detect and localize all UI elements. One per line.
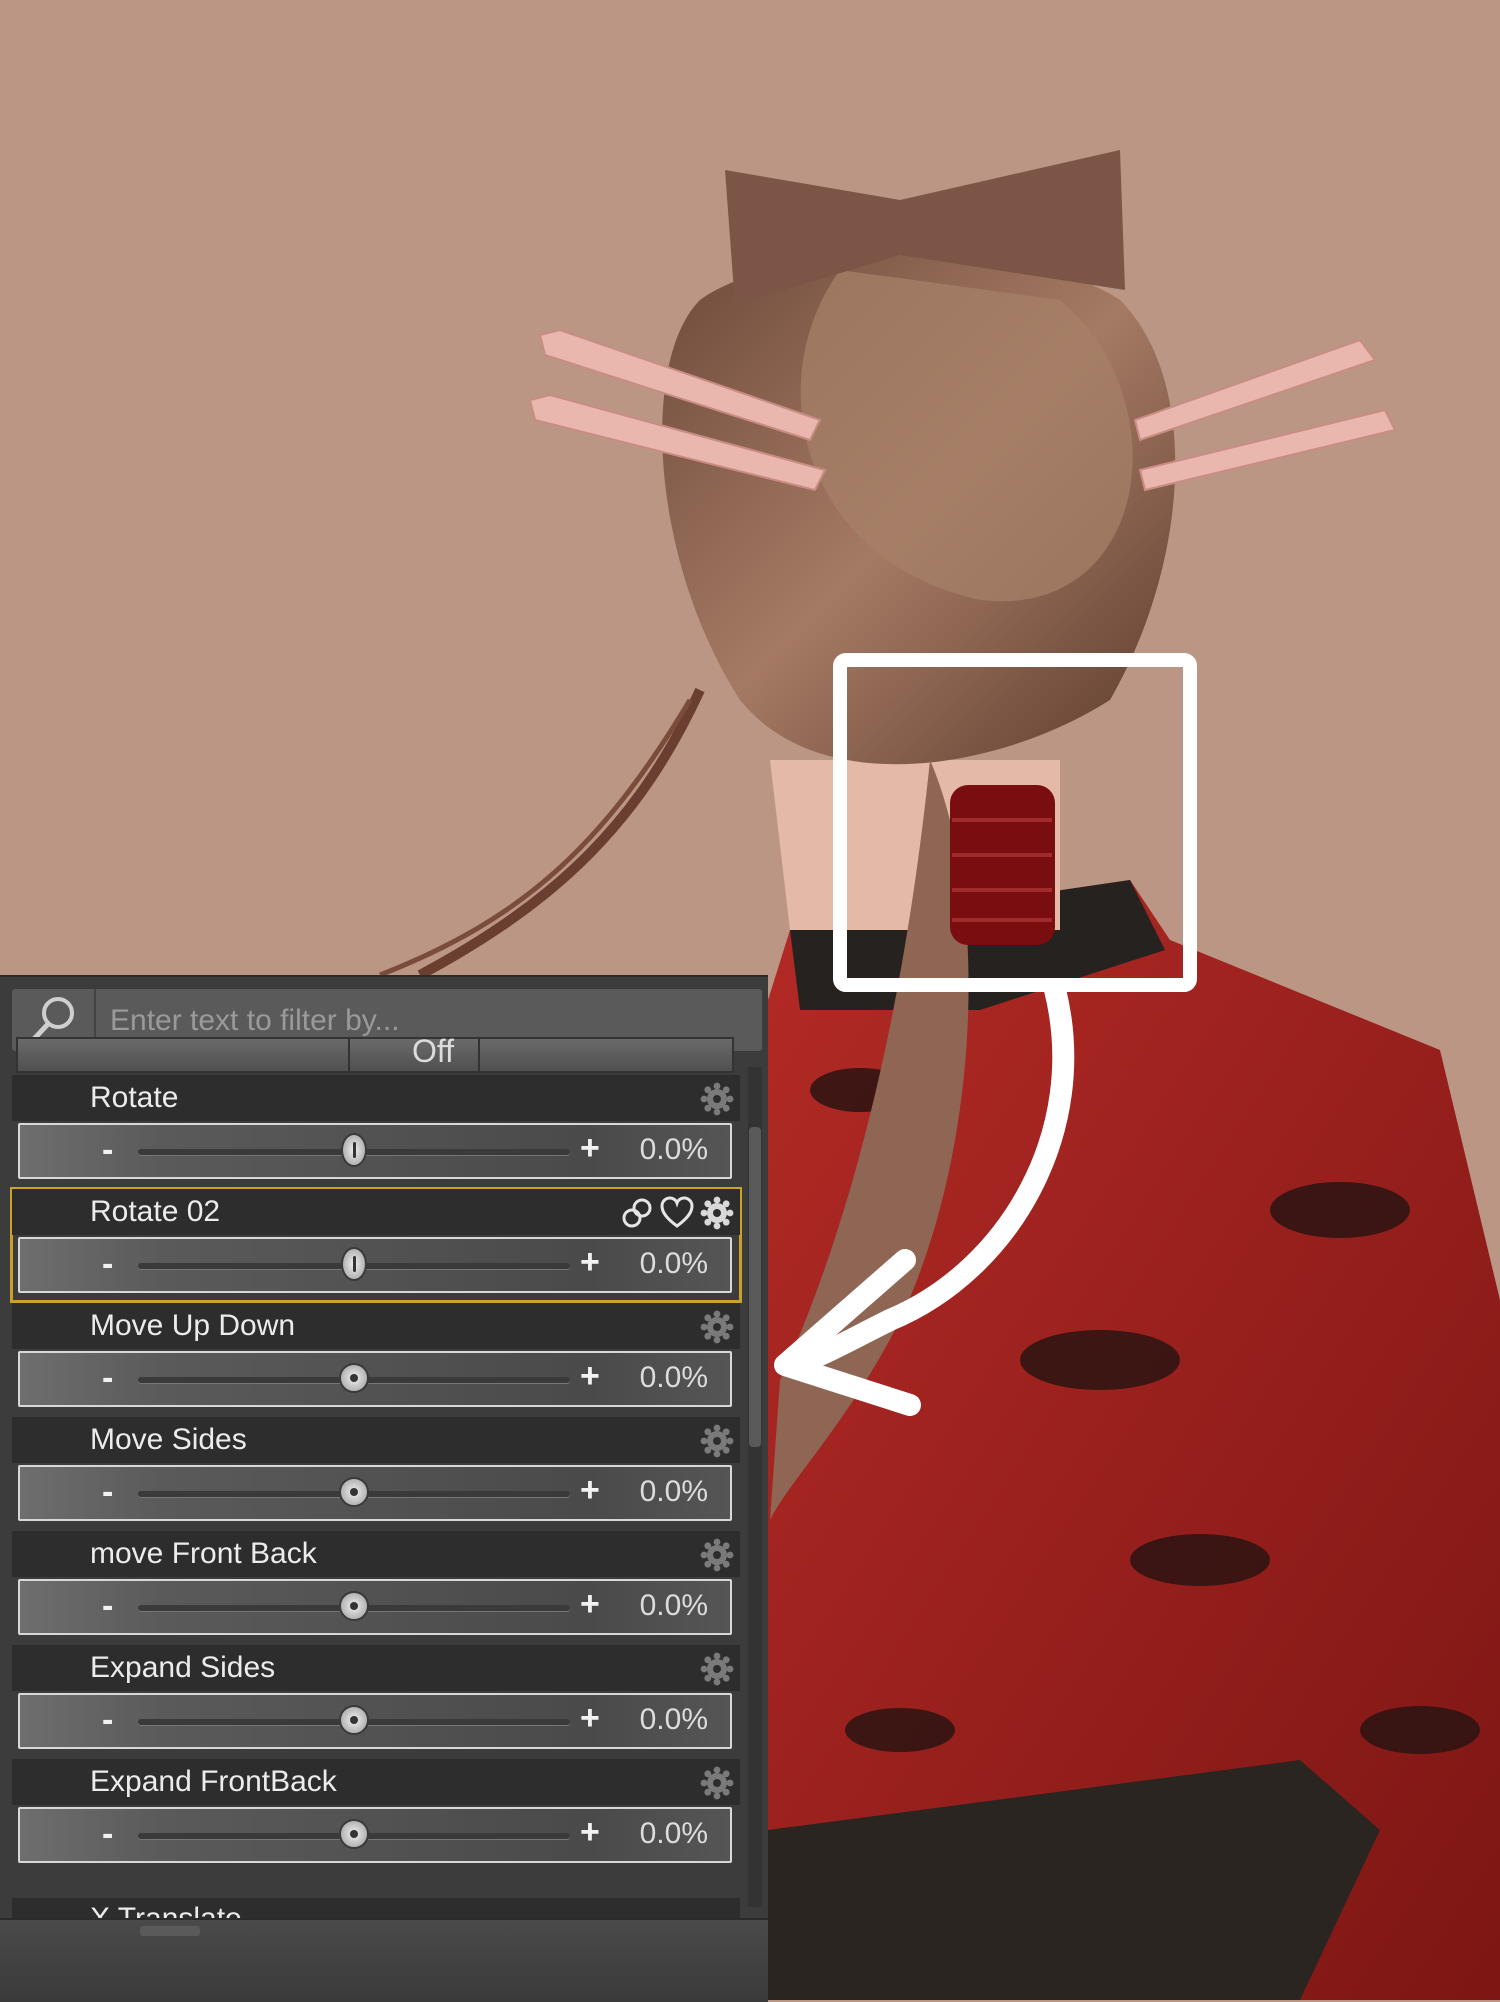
parameters-panel: Off Rotate - + 0.0% Rotate 02 - + 0.0% M…	[0, 975, 768, 2002]
parameter-row[interactable]: Rotate 02 - + 0.0%	[10, 1187, 742, 1303]
increment-button[interactable]: +	[580, 1699, 600, 1738]
parameter-row[interactable]: Rotate - + 0.0%	[12, 1075, 740, 1187]
parameter-value[interactable]: 0.0%	[640, 1475, 708, 1509]
parameter-value[interactable]: 0.0%	[640, 1817, 708, 1851]
parameter-row[interactable]: Expand FrontBack - + 0.0%	[12, 1759, 740, 1871]
parameter-label: Rotate 02	[90, 1195, 221, 1228]
slider-thumb[interactable]	[339, 1591, 369, 1621]
parameter-header: Rotate 02	[12, 1189, 740, 1235]
parameter-slider[interactable]: - + 0.0%	[18, 1237, 732, 1293]
parameter-row[interactable]: Move Up Down - + 0.0%	[12, 1303, 740, 1415]
scrollbar-thumb[interactable]	[749, 1127, 761, 1447]
parameter-list: Rotate - + 0.0% Rotate 02 - + 0.0% Move …	[0, 1075, 768, 1873]
parameter-icons	[700, 1310, 734, 1344]
decrement-button[interactable]: -	[102, 1473, 113, 1512]
parameter-value[interactable]: 0.0%	[640, 1247, 708, 1281]
parameter-header: Expand Sides	[12, 1645, 740, 1691]
gear-icon[interactable]	[700, 1310, 734, 1344]
parameter-header: move Front Back	[12, 1531, 740, 1577]
slider-thumb[interactable]	[339, 1477, 369, 1507]
increment-button[interactable]: +	[580, 1243, 600, 1282]
gear-icon[interactable]	[700, 1424, 734, 1458]
parameter-icons	[700, 1766, 734, 1800]
gear-icon[interactable]	[700, 1766, 734, 1800]
decrement-button[interactable]: -	[102, 1131, 113, 1170]
decrement-button[interactable]: -	[102, 1815, 113, 1854]
parameter-label: Expand Sides	[90, 1651, 276, 1684]
parameter-icons	[700, 1538, 734, 1572]
parameter-header: Move Sides	[12, 1417, 740, 1463]
parameter-header: Expand FrontBack	[12, 1759, 740, 1805]
slider-thumb[interactable]	[339, 1705, 369, 1735]
decrement-button[interactable]: -	[102, 1701, 113, 1740]
parameter-label: Move Up Down	[90, 1309, 296, 1342]
parameter-slider[interactable]: - + 0.0%	[18, 1351, 732, 1407]
parameter-value[interactable]: 0.0%	[640, 1361, 708, 1395]
scrollbar[interactable]	[748, 1067, 762, 1907]
parameter-icons	[700, 1082, 734, 1116]
increment-button[interactable]: +	[580, 1357, 600, 1396]
increment-button[interactable]: +	[580, 1585, 600, 1624]
parameter-row[interactable]: Move Sides - + 0.0%	[12, 1417, 740, 1529]
gear-icon[interactable]	[700, 1538, 734, 1572]
resize-handle[interactable]	[140, 1926, 200, 1936]
parameter-label: Rotate	[90, 1081, 179, 1114]
gear-icon[interactable]	[700, 1652, 734, 1686]
decrement-button[interactable]: -	[102, 1245, 113, 1284]
parameter-icons	[620, 1196, 734, 1230]
panel-bottom-bar	[0, 1918, 768, 2002]
parameter-row[interactable]: Expand Sides - + 0.0%	[12, 1645, 740, 1757]
parameter-value[interactable]: 0.0%	[640, 1133, 708, 1167]
link-icon[interactable]	[620, 1196, 654, 1230]
parameter-label: move Front Back	[90, 1537, 317, 1570]
decrement-button[interactable]: -	[102, 1587, 113, 1626]
slider-thumb[interactable]	[341, 1133, 367, 1167]
increment-button[interactable]: +	[580, 1129, 600, 1168]
increment-button[interactable]: +	[580, 1813, 600, 1852]
parameter-header: Move Up Down	[12, 1303, 740, 1349]
parameter-icons	[700, 1652, 734, 1686]
previous-parameter-toggle[interactable]: Off	[16, 1033, 734, 1073]
parameter-slider[interactable]: - + 0.0%	[18, 1807, 732, 1863]
decrement-button[interactable]: -	[102, 1359, 113, 1398]
parameter-value[interactable]: 0.0%	[640, 1703, 708, 1737]
parameter-value[interactable]: 0.0%	[640, 1589, 708, 1623]
parameter-slider[interactable]: - + 0.0%	[18, 1123, 732, 1179]
heart-icon[interactable]	[660, 1196, 694, 1230]
parameter-row[interactable]: move Front Back - + 0.0%	[12, 1531, 740, 1643]
gear-icon[interactable]	[700, 1082, 734, 1116]
parameter-header: Rotate	[12, 1075, 740, 1121]
hair-strand	[417, 687, 705, 980]
parameter-label: Expand FrontBack	[90, 1765, 337, 1798]
slider-thumb[interactable]	[341, 1247, 367, 1281]
increment-button[interactable]: +	[580, 1471, 600, 1510]
parameter-icons	[700, 1424, 734, 1458]
slider-thumb[interactable]	[339, 1363, 369, 1393]
parameter-slider[interactable]: - + 0.0%	[18, 1693, 732, 1749]
parameter-slider[interactable]: - + 0.0%	[18, 1465, 732, 1521]
toggle-label: Off	[411, 1033, 455, 1069]
slider-thumb[interactable]	[339, 1819, 369, 1849]
parameter-slider[interactable]: - + 0.0%	[18, 1579, 732, 1635]
parameter-label: Move Sides	[90, 1423, 247, 1456]
gear-icon[interactable]	[700, 1196, 734, 1230]
